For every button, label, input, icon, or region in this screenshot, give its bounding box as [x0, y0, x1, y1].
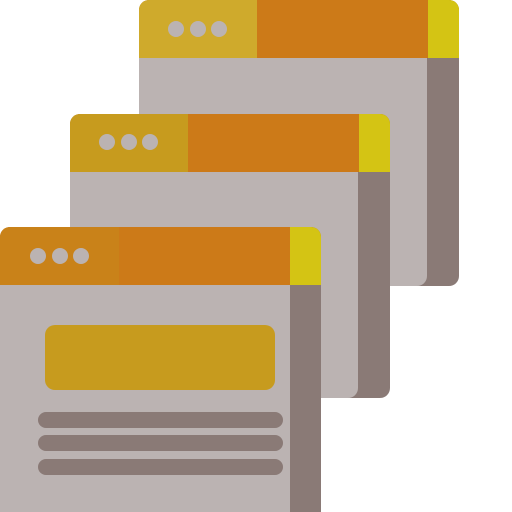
middle-window-titlebar-corner	[359, 114, 390, 172]
dot-icon	[73, 248, 89, 264]
stacked-windows-svg	[0, 0, 459, 512]
dot-icon	[142, 134, 158, 150]
front-window-banner	[45, 325, 275, 390]
dot-icon	[190, 21, 206, 37]
dot-icon	[30, 248, 46, 264]
dot-icon	[168, 21, 184, 37]
dot-icon	[52, 248, 68, 264]
front-window-text-line	[38, 412, 283, 428]
front-window-side-shadow-bottom-fill	[290, 500, 321, 512]
dot-icon	[211, 21, 227, 37]
stacked-windows-illustration	[0, 0, 512, 512]
front-window-body-bottom-fill	[0, 500, 321, 512]
back-window-dots	[168, 21, 227, 37]
front-window-text-line	[38, 435, 283, 451]
front-window-dots	[30, 248, 89, 264]
back-window-titlebar-corner	[428, 0, 459, 58]
dot-icon	[99, 134, 115, 150]
front-window-text-line	[38, 459, 283, 475]
front-window	[0, 227, 321, 512]
dot-icon	[121, 134, 137, 150]
front-window-titlebar-corner	[290, 227, 321, 285]
middle-window-dots	[99, 134, 158, 150]
